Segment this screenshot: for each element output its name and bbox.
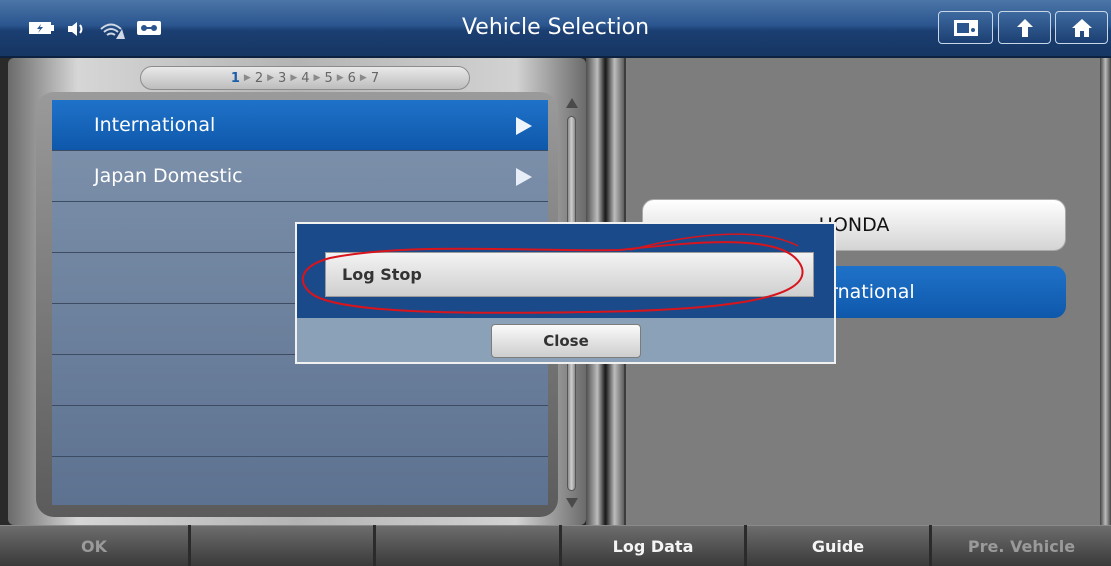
step-2: 2 <box>254 70 264 86</box>
step-4: 4 <box>301 70 310 86</box>
step-indicator: 1 ▶ 2 ▶ 3 ▶ 4 ▶ 5 ▶ 6 ▶ 7 <box>140 66 470 90</box>
list-item-label: International <box>94 114 216 136</box>
empty-list-row <box>52 406 548 457</box>
empty-toolbar-button[interactable] <box>191 525 373 566</box>
empty-toolbar-button[interactable] <box>376 525 559 566</box>
pre-vehicle-button[interactable]: Pre. Vehicle <box>932 525 1111 566</box>
screenshot-button[interactable] <box>938 11 993 44</box>
log-data-button[interactable]: Log Data <box>562 525 744 566</box>
home-button[interactable] <box>1055 11 1108 44</box>
log-dialog: Log Stop Close <box>295 222 836 364</box>
chevron-right-icon <box>516 168 532 186</box>
chevron-right-icon <box>516 117 532 135</box>
ok-button[interactable]: OK <box>0 525 188 566</box>
step-1: 1 <box>230 70 240 86</box>
step-separator-icon: ▶ <box>290 73 298 83</box>
step-separator-icon: ▶ <box>313 73 321 83</box>
step-separator-icon: ▶ <box>243 73 251 83</box>
list-item-japan-domestic[interactable]: Japan Domestic <box>52 151 548 202</box>
step-5: 5 <box>324 70 333 86</box>
step-separator-icon: ▶ <box>267 73 275 83</box>
bottom-toolbar: OK Log Data Guide Pre. Vehicle <box>0 525 1111 566</box>
step-6: 6 <box>347 70 356 86</box>
close-button[interactable]: Close <box>491 324 641 358</box>
title-bar: Vehicle Selection <box>0 0 1111 58</box>
list-item-international[interactable]: International <box>52 100 548 151</box>
guide-button[interactable]: Guide <box>747 525 929 566</box>
step-7: 7 <box>370 70 380 86</box>
right-edge <box>1100 58 1111 525</box>
scroll-up-icon[interactable] <box>566 98 578 108</box>
scroll-down-icon[interactable] <box>566 498 578 508</box>
step-separator-icon: ▶ <box>359 73 367 83</box>
step-separator-icon: ▶ <box>336 73 344 83</box>
list-item-label: Japan Domestic <box>94 165 243 187</box>
log-stop-button[interactable]: Log Stop <box>325 252 814 297</box>
back-button[interactable] <box>998 11 1051 44</box>
step-3: 3 <box>278 70 287 86</box>
empty-list-row <box>52 457 548 505</box>
